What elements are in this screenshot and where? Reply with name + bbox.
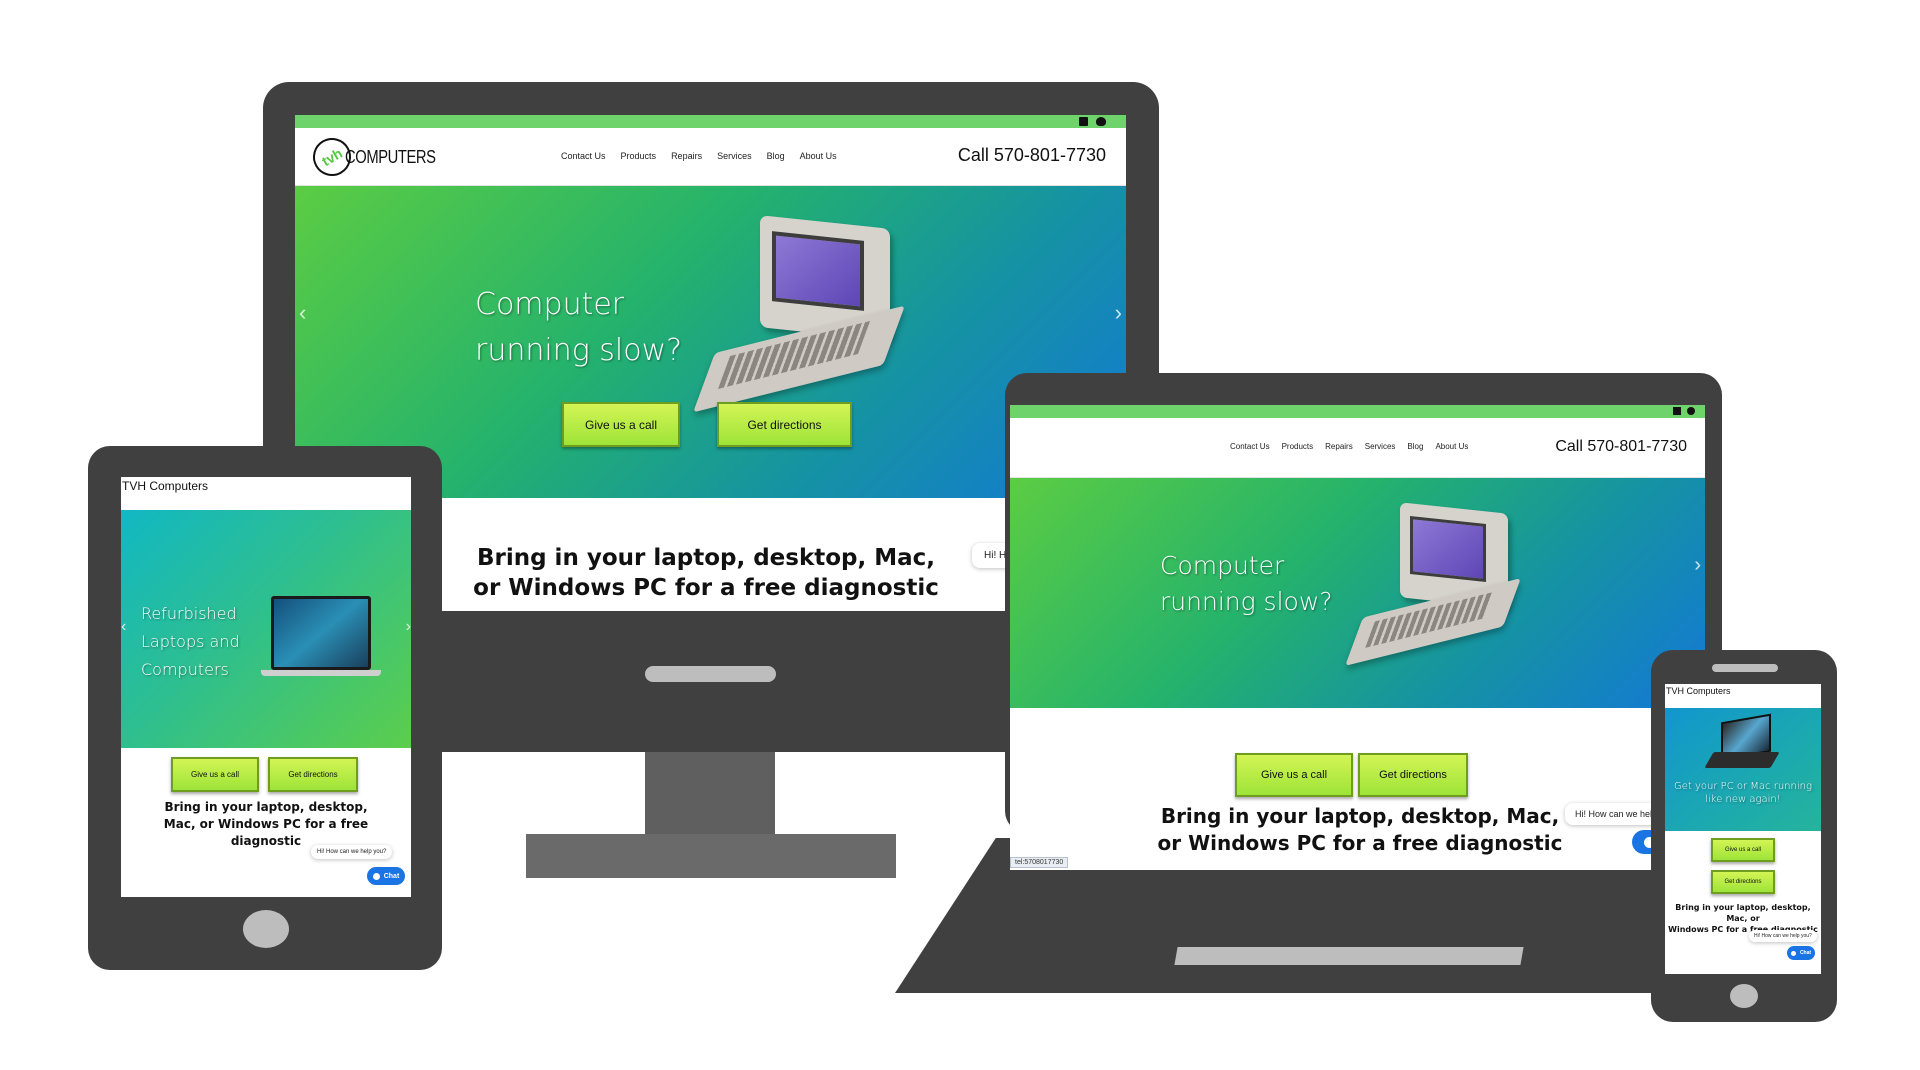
hero-line-2: Laptops and (141, 632, 240, 651)
hero-line-1: Refurbished (141, 604, 237, 623)
laptop-image (1704, 713, 1780, 774)
laptop-screen: Contact Us Products Repairs Services Blog Abo… (1010, 405, 1705, 870)
call-link[interactable]: Call 570-801-7730 (1555, 438, 1687, 456)
give-us-a-call-button[interactable]: Give us a call (171, 757, 259, 792)
tagline: Bring in your laptop, desktop, Mac, or W… (151, 799, 381, 850)
nav-repairs[interactable]: Repairs (1325, 442, 1353, 451)
chevron-right-icon[interactable]: › (1694, 554, 1701, 577)
chat-button-label: Chat (383, 872, 400, 880)
facebook-icon[interactable] (1673, 407, 1681, 415)
phone-speaker (1712, 664, 1778, 672)
site-title[interactable]: TVH Computers (1666, 686, 1731, 696)
hero-line-1: Computer (1160, 551, 1285, 580)
tagline-line-1: Bring in your laptop, desktop, Mac, (1160, 804, 1560, 828)
give-us-a-call-button[interactable]: Give us a call (1235, 753, 1353, 797)
tagline-line-1: Bring in your laptop, desktop, (164, 800, 368, 814)
tagline-line-1: Bring in your laptop, desktop, Mac, or (1675, 903, 1811, 923)
get-directions-button[interactable]: Get directions (1358, 753, 1468, 797)
main-nav: Contact Us Products Repairs Services Blog Abo… (1230, 442, 1468, 451)
get-directions-button[interactable]: Get directions (268, 757, 358, 792)
nav-blog[interactable]: Blog (1407, 442, 1423, 451)
hero-line-2: running slow? (1160, 587, 1333, 616)
site-title[interactable]: TVH Computers (122, 479, 208, 493)
tagline-line-2: or Windows PC for a free diagnostic (1157, 831, 1563, 855)
hero-slider: ‹ › Refurbished Laptops and Computers (121, 510, 411, 748)
chat-greeting[interactable]: Hi! How can we help you? (311, 845, 393, 859)
retro-computer-image (1345, 502, 1550, 678)
twitter-icon[interactable] (1687, 407, 1695, 415)
chevron-left-icon[interactable]: ‹ (121, 618, 126, 636)
get-directions-button[interactable]: Get directions (1711, 870, 1775, 894)
tablet-screen: TVH Computers ‹ › Refurbished Laptops an… (121, 477, 411, 897)
laptop-image (261, 596, 381, 686)
hero-headline: Get your PC or Mac running like new agai… (1674, 781, 1812, 805)
chat-button-label: Chat (1799, 950, 1812, 956)
hero-slider: › Computer running slow? (1010, 478, 1705, 708)
messenger-icon (372, 872, 380, 880)
site-header: Contact Us Products Repairs Services Blog Abo… (1010, 418, 1705, 478)
chat-button[interactable]: Chat (1787, 946, 1815, 960)
phone-screen: TVH Computers Get your PC or Mac running… (1665, 684, 1821, 974)
chat-button[interactable]: Chat (367, 867, 405, 885)
hero-line-3: Computers (141, 660, 229, 679)
chevron-right-icon[interactable]: › (406, 618, 411, 636)
messenger-icon (1790, 950, 1796, 956)
laptop-trackpad (1174, 947, 1524, 965)
nav-contact-us[interactable]: Contact Us (1230, 442, 1270, 451)
status-url: tel:5708017730 (1010, 857, 1069, 868)
give-us-a-call-button[interactable]: Give us a call (1711, 838, 1775, 862)
hero-headline: Computer running slow? (1160, 548, 1333, 620)
phone-home-button (1730, 984, 1758, 1008)
hero-headline: Refurbished Laptops and Computers (141, 600, 240, 684)
hero-slider: Get your PC or Mac running like new agai… (1665, 708, 1821, 831)
tagline-line-2: Mac, or Windows PC for a free (163, 817, 369, 831)
tagline: Bring in your laptop, desktop, Mac, or W… (1150, 803, 1570, 857)
tablet-home-button (243, 910, 289, 948)
top-bar (1010, 405, 1705, 418)
nav-services[interactable]: Services (1365, 442, 1396, 451)
nav-products[interactable]: Products (1282, 442, 1314, 451)
chat-greeting[interactable]: Hi! How can we help you? (1749, 930, 1817, 942)
nav-about-us[interactable]: About Us (1435, 442, 1468, 451)
